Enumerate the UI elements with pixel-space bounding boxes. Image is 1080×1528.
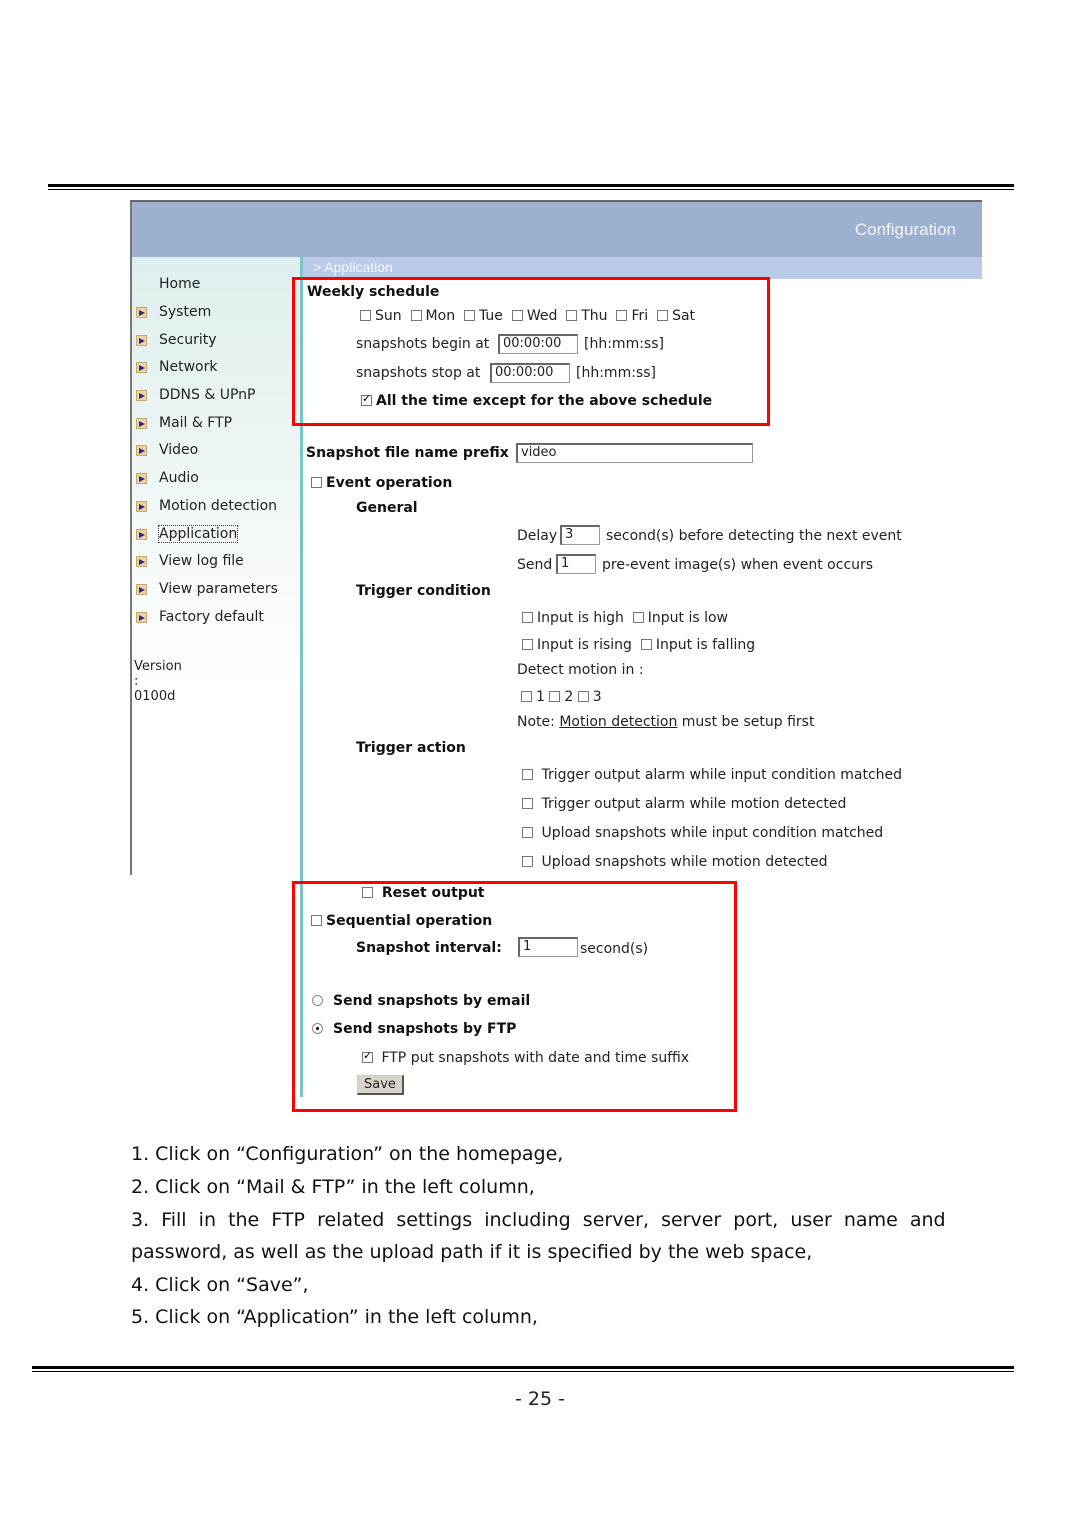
checkbox[interactable]: [522, 856, 533, 867]
note-prefix: Note:: [517, 714, 555, 730]
condition-row-2: Input is rising Input is falling: [522, 637, 755, 653]
highlight-box-send: [292, 881, 737, 1112]
config-title[interactable]: Configuration: [855, 220, 956, 240]
arrow-right-icon: [136, 612, 147, 623]
arrow-right-icon: [136, 445, 147, 456]
prefix-input[interactable]: video: [516, 443, 753, 463]
detect-motion-label: Detect motion in :: [517, 662, 644, 678]
instruction-step-continued: password, as well as the upload path if …: [131, 1241, 813, 1263]
instruction-step: 4. Click on “Save”,: [131, 1274, 309, 1296]
arrow-right-icon: [136, 390, 147, 401]
condition-input-low[interactable]: Input is low: [632, 610, 729, 626]
motion-window-checkboxes: 1 2 3: [521, 689, 602, 705]
instruction-step: 5. Click on “Application” in the left co…: [131, 1306, 538, 1328]
motion-window-3[interactable]: 3: [577, 689, 602, 705]
action-option[interactable]: Trigger output alarm while motion detect…: [522, 796, 846, 812]
arrow-right-icon: [136, 418, 147, 429]
instruction-step: 1. Click on “Configuration” on the homep…: [131, 1143, 564, 1165]
action-label: Upload snapshots while input condition m…: [541, 825, 884, 841]
checkbox[interactable]: [640, 639, 652, 650]
delay-label: Delay: [517, 528, 558, 544]
top-rule: [48, 184, 1014, 190]
motion-window-2[interactable]: 2: [549, 689, 573, 705]
send-label: Send: [517, 557, 553, 573]
send-input[interactable]: 1: [556, 554, 596, 574]
sidebar-item-label: System: [159, 304, 212, 320]
sidebar-item-label: Video: [159, 442, 199, 458]
action-option[interactable]: Trigger output alarm while input conditi…: [522, 767, 902, 783]
action-label: Trigger output alarm while input conditi…: [541, 767, 903, 783]
sidebar-item-label: Mail & FTP: [159, 415, 233, 431]
sidebar-item-label: Audio: [159, 470, 199, 486]
config-header: Configuration: [130, 200, 982, 259]
checkbox[interactable]: [522, 612, 533, 623]
delay-input[interactable]: 3: [560, 525, 600, 545]
checkbox[interactable]: [311, 477, 322, 488]
action-label: Upload snapshots while motion detected: [541, 854, 828, 870]
sidebar-item-label: Home: [159, 276, 201, 292]
sidebar-item-label: View parameters: [159, 581, 278, 597]
motion-window-1[interactable]: 1: [521, 689, 545, 705]
sidebar-item-label: DDNS & UPnP: [159, 387, 256, 403]
checkbox[interactable]: [522, 798, 533, 809]
bottom-rule: [32, 1366, 1014, 1372]
sidebar-item-label: Factory default: [159, 609, 264, 625]
motion-note: Note: Motion detection must be setup fir…: [517, 714, 814, 730]
action-option[interactable]: Upload snapshots while input condition m…: [522, 825, 883, 841]
instruction-step: 3. Fill in the FTP related settings incl…: [131, 1209, 946, 1231]
checkbox[interactable]: [521, 691, 532, 702]
highlight-box-schedule: [292, 277, 770, 426]
general-title: General: [356, 500, 418, 516]
arrow-right-icon: [136, 501, 147, 512]
condition-row-1: Input is high Input is low: [522, 610, 728, 626]
action-label: Trigger output alarm while motion detect…: [541, 796, 847, 812]
page-number: - 25 -: [515, 1388, 565, 1410]
condition-label: Input is low: [647, 610, 729, 626]
arrow-right-icon: [136, 362, 147, 373]
motion-window-label: 1: [536, 689, 545, 705]
condition-input-high[interactable]: Input is high: [522, 610, 624, 626]
sidebar-item-label: Application: [157, 525, 239, 543]
arrow-right-icon: [136, 335, 147, 346]
event-operation-option[interactable]: Event operation: [311, 475, 452, 491]
sidebar-item-label: Motion detection: [159, 498, 278, 514]
condition-input-rising[interactable]: Input is rising: [522, 637, 632, 653]
note-suffix: must be setup first: [681, 714, 815, 730]
prefix-label: Snapshot file name prefix: [306, 445, 509, 461]
condition-label: Input is rising: [537, 637, 632, 653]
breadcrumb: > Application: [303, 257, 982, 279]
condition-label: Input is high: [537, 610, 624, 626]
condition-input-falling[interactable]: Input is falling: [640, 637, 756, 653]
arrow-right-icon: [136, 473, 147, 484]
condition-label: Input is falling: [655, 637, 756, 653]
checkbox[interactable]: [522, 827, 533, 838]
arrow-right-icon: [136, 584, 147, 595]
trigger-condition-title: Trigger condition: [356, 583, 491, 599]
sidebar-item-label: Security: [159, 332, 217, 348]
event-operation-label: Event operation: [326, 475, 453, 491]
motion-detection-link[interactable]: Motion detection: [559, 714, 677, 730]
sidebar-item-label: Network: [159, 359, 218, 375]
action-option[interactable]: Upload snapshots while motion detected: [522, 854, 827, 870]
arrow-right-icon: [136, 529, 147, 540]
checkbox[interactable]: [522, 769, 533, 780]
motion-window-label: 2: [564, 689, 574, 705]
version-label: Version : 0100d: [134, 659, 182, 704]
arrow-right-icon: [136, 556, 147, 567]
trigger-action-title: Trigger action: [356, 740, 466, 756]
checkbox[interactable]: [577, 691, 589, 702]
arrow-right-icon: [136, 307, 147, 318]
checkbox[interactable]: [632, 612, 644, 623]
delay-suffix: second(s) before detecting the next even…: [606, 528, 902, 544]
instruction-step: 2. Click on “Mail & FTP” in the left col…: [131, 1176, 535, 1198]
checkbox[interactable]: [522, 639, 533, 650]
send-suffix: pre-event image(s) when event occurs: [602, 557, 874, 573]
sidebar-item-label: View log file: [159, 553, 244, 569]
breadcrumb-text: > Application: [313, 259, 393, 275]
motion-window-label: 3: [592, 689, 602, 705]
checkbox[interactable]: [549, 691, 561, 702]
